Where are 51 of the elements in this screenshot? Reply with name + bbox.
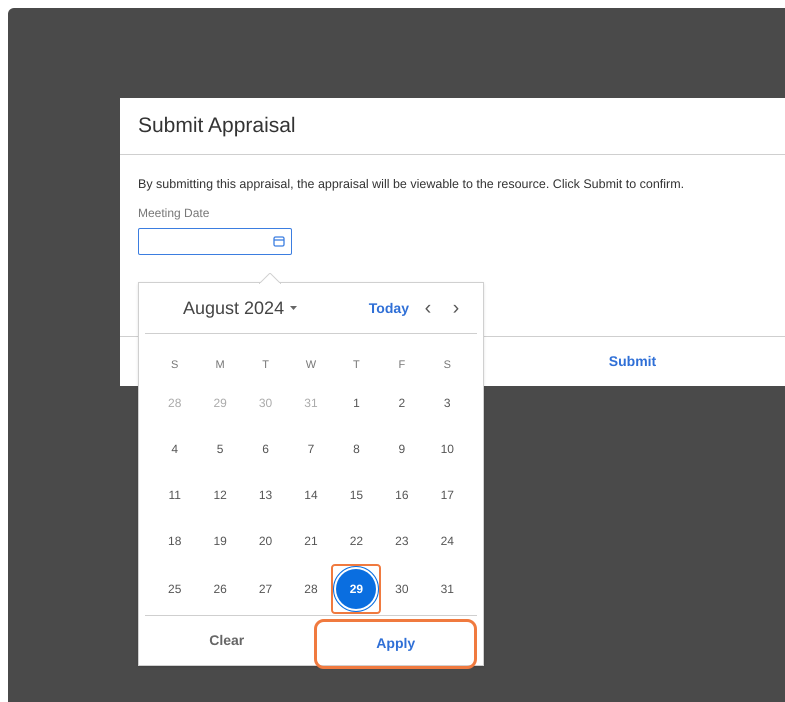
calendar-day[interactable]: 30 xyxy=(386,574,417,604)
weekday-label: S xyxy=(171,358,178,373)
calendar-day[interactable]: 25 xyxy=(160,574,190,604)
today-button[interactable]: Today xyxy=(368,298,409,318)
calendar-day[interactable]: 9 xyxy=(386,434,417,464)
calendar-day[interactable]: 4 xyxy=(160,434,190,464)
calendar-day[interactable]: 29 xyxy=(336,569,376,609)
next-month-button[interactable]: › xyxy=(445,293,467,323)
calendar-day[interactable]: 7 xyxy=(296,434,326,464)
calendar-day[interactable]: 12 xyxy=(205,480,236,510)
submit-button[interactable]: Submit xyxy=(480,337,785,386)
weekday-label: M xyxy=(216,358,225,373)
calendar-day[interactable]: 10 xyxy=(432,434,462,464)
calendar-day[interactable]: 28 xyxy=(296,574,326,604)
calendar-day[interactable]: 23 xyxy=(386,526,417,556)
calendar-day[interactable]: 14 xyxy=(296,480,326,510)
caret-icon xyxy=(290,306,298,310)
month-dropdown[interactable]: August 2024 xyxy=(183,294,298,322)
calendar-day[interactable]: 22 xyxy=(341,526,372,556)
calendar-day[interactable]: 1 xyxy=(341,388,372,418)
calendar-day[interactable]: 20 xyxy=(250,526,281,556)
calendar-day[interactable]: 18 xyxy=(160,526,190,556)
weekday-label: S xyxy=(444,358,451,373)
clear-button[interactable]: Clear xyxy=(145,616,308,665)
weekday-label: F xyxy=(398,358,406,373)
calendar-day[interactable]: 31 xyxy=(432,574,462,604)
calendar-icon[interactable] xyxy=(273,235,285,248)
confirmation-message: By submitting this appraisal, the appraisal will be viewable to the resource. Click Submit to confirm. xyxy=(138,176,686,193)
calendar-day[interactable]: 11 xyxy=(160,480,190,510)
calendar-day[interactable]: 6 xyxy=(250,434,281,464)
calendar-day[interactable]: 13 xyxy=(250,480,281,510)
calendar-day[interactable]: 19 xyxy=(205,526,236,556)
weekday-label: T xyxy=(262,358,269,373)
calendar-day[interactable]: 2 xyxy=(386,388,417,418)
calendar-day[interactable]: 27 xyxy=(250,574,281,604)
calendar-day[interactable]: 5 xyxy=(205,434,236,464)
calendar-day[interactable]: 16 xyxy=(386,480,417,510)
calendar-day[interactable]: 8 xyxy=(341,434,372,464)
calendar-day[interactable]: 15 xyxy=(341,480,372,510)
calendar-day[interactable]: 21 xyxy=(296,526,326,556)
date-field[interactable] xyxy=(138,228,292,255)
calendar-day[interactable]: 3 xyxy=(432,388,462,418)
weekday-label: T xyxy=(353,358,360,373)
apply-button[interactable]: Apply xyxy=(314,618,477,668)
weekday-label: W xyxy=(306,358,316,373)
field-label: Meeting Date xyxy=(138,204,210,222)
previous-month-button[interactable]: ‹ xyxy=(417,293,439,323)
calendar-day[interactable]: 26 xyxy=(205,574,236,604)
calendar-day[interactable]: 17 xyxy=(432,480,462,510)
dialog-title: Submit Appraisal xyxy=(138,113,296,140)
calendar-day[interactable]: 24 xyxy=(432,526,462,556)
